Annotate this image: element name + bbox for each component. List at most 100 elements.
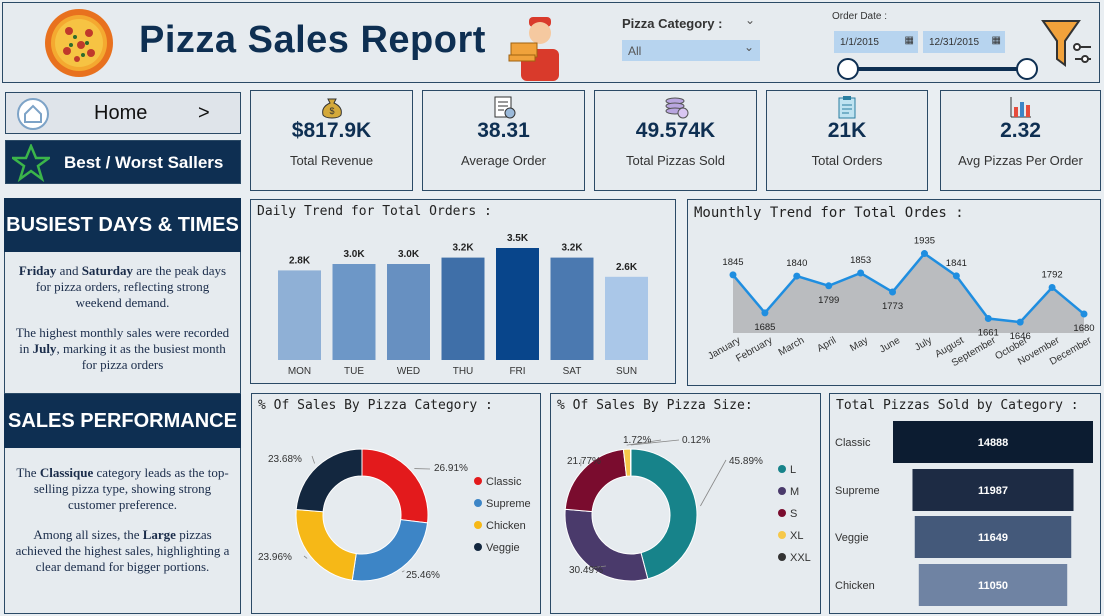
chevron-down-icon[interactable]: ⌄ bbox=[745, 13, 755, 27]
daily-bar bbox=[278, 270, 321, 360]
legend-label: Veggie bbox=[486, 542, 520, 554]
home-icon bbox=[17, 98, 49, 130]
legend-marker bbox=[474, 521, 482, 529]
kpi-label: Average Order bbox=[460, 153, 547, 168]
calendar-icon[interactable]: ▦ bbox=[992, 35, 1001, 46]
daily-tick-label: TUE bbox=[344, 366, 364, 377]
monthly-data-label: 1935 bbox=[914, 236, 935, 247]
daily-bar bbox=[441, 257, 485, 360]
daily-tick-label: WED bbox=[397, 366, 420, 377]
kpi-card-revenue: $ $817.9K Total Revenue bbox=[250, 90, 413, 191]
donut-slice bbox=[295, 448, 363, 513]
legend-label: XL bbox=[790, 530, 803, 542]
donut-data-label: 0.12% bbox=[682, 435, 710, 446]
best-worst-sellers-button[interactable]: Best / Worst Sallers bbox=[5, 140, 241, 184]
chevron-down-icon: ⌄ bbox=[743, 40, 754, 54]
donut-leader-line bbox=[401, 570, 405, 573]
monthly-data-label: 1799 bbox=[818, 295, 839, 306]
donut-data-label: 26.91% bbox=[434, 463, 468, 474]
category-share-card: % Of Sales By Pizza Category : 26.91% 25.… bbox=[251, 393, 541, 614]
category-total-label: 14888 bbox=[978, 437, 1009, 449]
monthly-point bbox=[825, 282, 833, 290]
kpi-label: Total Orders bbox=[811, 153, 883, 168]
monthly-trend-chart: 1845January1685February1840March1799Apri… bbox=[706, 236, 1094, 370]
perf-text-1a: The bbox=[16, 465, 40, 480]
size-share-card: % Of Sales By Pizza Size: 45.89% 30.49% 21… bbox=[550, 393, 821, 614]
performance-paragraph-1: The Classique category leads as the top-… bbox=[14, 465, 231, 513]
category-tick-label: Veggie bbox=[835, 532, 869, 544]
busiest-text-2c: , marking it as the busiest month for pi… bbox=[56, 341, 226, 372]
monthly-data-label: 1845 bbox=[722, 257, 743, 268]
daily-data-label: 2.8K bbox=[289, 255, 311, 266]
donut-data-label: 25.46% bbox=[406, 570, 440, 581]
legend-label: Supreme bbox=[486, 498, 531, 510]
monthly-tick-label: April bbox=[815, 335, 838, 355]
daily-trend-card: Daily Trend for Total Orders : 2.8K MON 3.… bbox=[250, 199, 676, 384]
donut-leader-line bbox=[700, 459, 727, 507]
monthly-point bbox=[761, 309, 769, 317]
legend-label: XXL bbox=[790, 552, 811, 564]
legend-label: Chicken bbox=[486, 520, 526, 532]
daily-data-label: 3.5K bbox=[507, 233, 529, 244]
best-worst-label: Best / Worst Sallers bbox=[64, 153, 224, 172]
end-date-input[interactable]: 12/31/2015 ▦ bbox=[923, 31, 1005, 53]
daily-bar bbox=[605, 276, 648, 360]
donut-data-label: 21.77% bbox=[567, 456, 601, 467]
page-title: Pizza Sales Report bbox=[139, 19, 486, 61]
kpi-value: 49.574K bbox=[635, 119, 716, 142]
monthly-tick-label: February bbox=[734, 335, 774, 365]
bar-chart-icon bbox=[1010, 97, 1031, 118]
perf-highlight-large: Large bbox=[142, 527, 176, 542]
daily-data-label: 3.0K bbox=[398, 249, 420, 260]
date-slider-start-handle[interactable] bbox=[837, 58, 859, 80]
daily-bar bbox=[550, 257, 594, 360]
home-nav-button[interactable]: Home > bbox=[5, 92, 241, 134]
monthly-tick-label: March bbox=[777, 335, 807, 358]
daily-bar bbox=[387, 264, 430, 360]
monthly-point bbox=[984, 315, 992, 323]
performance-paragraph-2: Among all sizes, the Large pizzas achiev… bbox=[14, 527, 231, 575]
category-tick-label: Chicken bbox=[835, 580, 875, 592]
star-icon bbox=[12, 144, 50, 182]
busiest-text-and: and bbox=[56, 263, 82, 278]
busiest-paragraph-1: Friday and Saturday are the peak days fo… bbox=[14, 263, 231, 311]
donut-data-label: 23.68% bbox=[268, 454, 302, 465]
monthly-point bbox=[729, 271, 737, 279]
start-date-input[interactable]: 1/1/2015 ▦ bbox=[834, 31, 918, 53]
monthly-data-label: 1685 bbox=[754, 322, 775, 333]
category-total-label: 11649 bbox=[978, 532, 1008, 544]
money-bag-icon: $ bbox=[321, 98, 342, 119]
perf-text-2a: Among all sizes, the bbox=[33, 527, 143, 542]
monthly-point bbox=[1048, 283, 1056, 291]
legend-marker bbox=[474, 543, 482, 551]
size-donut-chart: 45.89%30.49%21.77%1.72% 0.12%LMSXLXXL bbox=[564, 435, 811, 582]
daily-tick-label: THU bbox=[453, 366, 474, 377]
date-slider-track[interactable] bbox=[849, 67, 1027, 71]
kpi-label: Total Pizzas Sold bbox=[626, 153, 725, 168]
daily-bar bbox=[496, 248, 539, 360]
donut-leader-line bbox=[311, 455, 315, 464]
pizza-stack-icon bbox=[665, 97, 688, 119]
legend-marker bbox=[778, 553, 786, 561]
donut-leader-line bbox=[303, 555, 308, 559]
svg-text:$: $ bbox=[329, 106, 334, 116]
legend-marker bbox=[778, 465, 786, 473]
daily-trend-chart: 2.8K MON 3.0K TUE 3.0K WED 3.2K THU 3.5K FRI 3.2K S… bbox=[278, 233, 648, 377]
kpi-value: 38.31 bbox=[477, 119, 530, 142]
monthly-data-label: 1840 bbox=[786, 258, 807, 269]
daily-data-label: 3.2K bbox=[452, 243, 474, 254]
category-tick-label: Classic bbox=[835, 437, 871, 449]
monthly-data-label: 1680 bbox=[1073, 323, 1094, 334]
filter-icon[interactable] bbox=[1039, 15, 1095, 73]
donut-data-label: 23.96% bbox=[258, 552, 292, 563]
daily-tick-label: FRI bbox=[509, 366, 525, 377]
monthly-data-label: 1773 bbox=[882, 301, 903, 312]
daily-data-label: 2.6K bbox=[616, 262, 638, 273]
busiest-highlight-july: July bbox=[32, 341, 57, 356]
calendar-icon[interactable]: ▦ bbox=[905, 35, 914, 46]
date-slider-end-handle[interactable] bbox=[1016, 58, 1038, 80]
kpi-card-avg-pizzas: 2.32 Avg Pizzas Per Order bbox=[940, 90, 1101, 191]
receipt-icon bbox=[494, 96, 515, 119]
header-bar: Pizza Sales Report Pizza Category : ⌄ Al… bbox=[2, 2, 1100, 83]
category-select[interactable]: All ⌄ bbox=[622, 40, 760, 61]
